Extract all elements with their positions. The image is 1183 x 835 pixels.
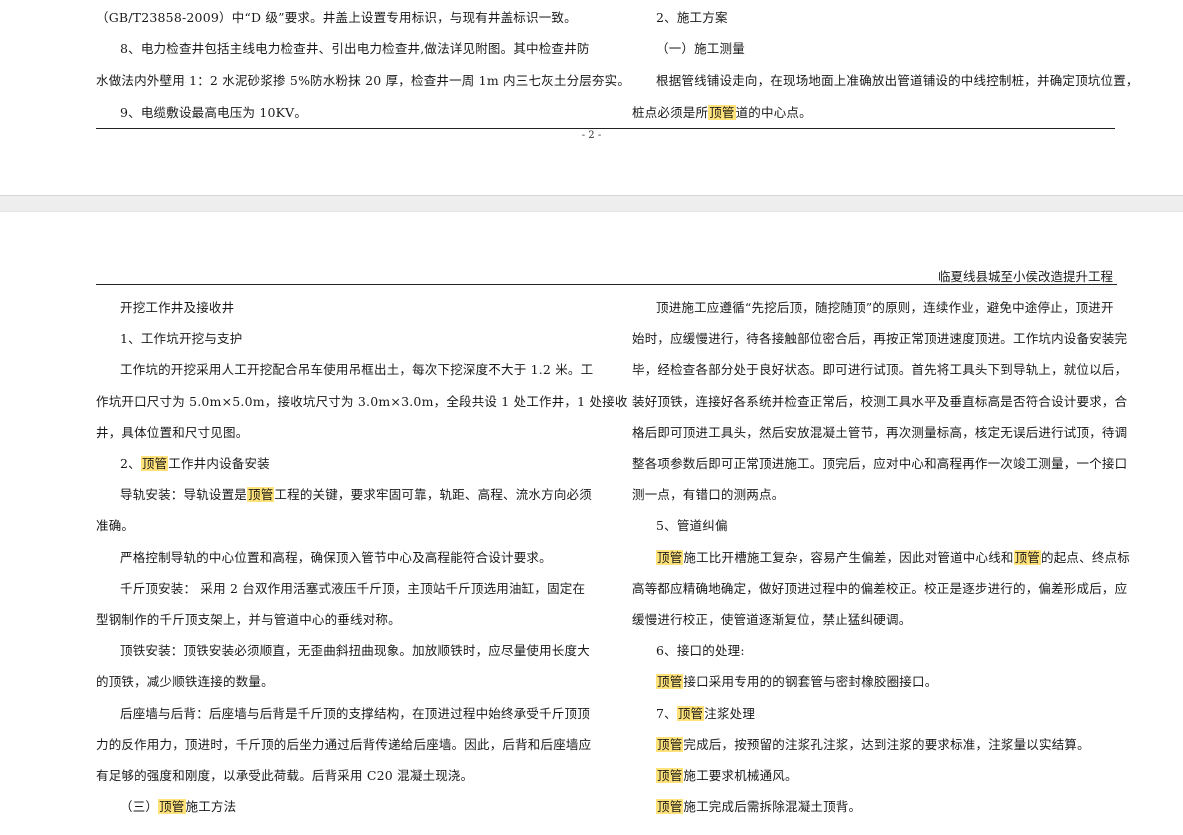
text-line: 1、工作坑开挖与支护 bbox=[120, 331, 243, 347]
text-line: 顶管施工比开槽施工复杂，容易产生偏差，因此对管道中心线和顶管的起点、终点标 bbox=[656, 549, 1130, 566]
text-line: 有足够的强度和刚度，以承受此荷载。后背采用 C20 混凝土现浇。 bbox=[96, 768, 474, 783]
text-line: （三）顶管施工方法 bbox=[120, 799, 236, 815]
text-line: 2、顶管工作井内设备安装 bbox=[120, 456, 270, 472]
footer-rule bbox=[96, 128, 1115, 129]
text-segment: 施工方法 bbox=[185, 799, 237, 815]
search-highlight: 顶管 bbox=[656, 799, 684, 815]
search-highlight: 顶管 bbox=[158, 799, 186, 815]
text-line: 的顶铁，减少顺铁连接的数量。 bbox=[96, 674, 274, 690]
text-line: 格后即可顶进工具头，然后安放混凝土管节，再次测量标高，核定无误后进行试顶，待调 bbox=[632, 424, 1128, 440]
text-segment: 2、 bbox=[120, 456, 141, 471]
text-segment: 注浆处理 bbox=[704, 705, 756, 721]
text-line: 5、管道纠偏 bbox=[656, 518, 728, 534]
text-line: 作坑开口尺寸为 5.0m×5.0m，接收坑尺寸为 3.0m×3.0m，全段共设 … bbox=[96, 393, 628, 409]
text-line: 缓慢进行校正，使管道逐渐复位，禁止猛纠硬调。 bbox=[632, 612, 912, 627]
text-segment: 施工完成后需拆除混凝土顶背。 bbox=[683, 799, 862, 815]
text-line: 测一点，有错口的测两点。 bbox=[632, 487, 785, 503]
text-line: 8、电力检查井包括主线电力检查井、引出电力检查井,做法详见附图。其中检查井防 bbox=[120, 41, 590, 56]
text-segment: 桩点必须是所 bbox=[632, 105, 709, 120]
search-highlight: 顶管 bbox=[656, 549, 684, 565]
text-segment: 工作井内设备安装 bbox=[168, 456, 270, 471]
search-highlight: 顶管 bbox=[247, 487, 275, 503]
text-line: 开挖工作井及接收井 bbox=[120, 300, 235, 315]
search-highlight: 顶管 bbox=[140, 456, 169, 471]
text-line: 导轨安装：导轨设置是顶管工程的关键，要求牢固可靠，轨距、高程、流水方向必须 bbox=[120, 487, 592, 503]
header-rule bbox=[96, 284, 1117, 285]
search-highlight: 顶管 bbox=[656, 736, 684, 752]
page-separator bbox=[0, 195, 1183, 212]
search-highlight: 顶管 bbox=[676, 705, 705, 721]
text-segment: 的起点、终点标 bbox=[1041, 549, 1130, 565]
text-line: 桩点必须是所顶管道的中心点。 bbox=[632, 105, 812, 121]
running-header: 临夏线县城至小侯改造提升工程 bbox=[937, 269, 1113, 284]
text-line: 井，具体位置和尺寸见图。 bbox=[96, 424, 249, 440]
text-segment: 道的中心点。 bbox=[735, 105, 812, 120]
search-highlight: 顶管 bbox=[708, 105, 736, 120]
text-segment: 接口采用专用的的钢套管与密封橡胶圈接口。 bbox=[683, 674, 938, 690]
text-line: 力的反作用力，顶进时，千斤顶的后坐力通过后背传递给后座墙。因此，后背和后座墙应 bbox=[96, 736, 592, 752]
text-line: 始时，应缓慢进行，待各接触部位密合后，再按正常顶进速度顶进。工作坑内设备安装完 bbox=[632, 331, 1128, 347]
text-line: 高等都应精确地确定，做好顶进过程中的偏差校正。校正是逐步进行的，偏差形成后，应 bbox=[632, 580, 1128, 596]
text-line: 水做法内外壁用 1：2 水泥砂浆掺 5%防水粉抹 20 厚，检查井一周 1m 内… bbox=[96, 73, 631, 88]
text-line: 千斤顶安装： 采用 2 台双作用活塞式液压千斤顶，主顶站千斤顶选用油缸，固定在 bbox=[120, 580, 586, 596]
sub-heading: （一）施工测量 bbox=[656, 41, 745, 56]
text-line: 顶管施工完成后需拆除混凝土顶背。 bbox=[656, 799, 861, 815]
text-line: 毕，经检查各部分处于良好状态。即可进行试顶。首先将工具头下到导轨上，就位以后， bbox=[632, 362, 1128, 378]
text-segment: 施工要求机械通风。 bbox=[683, 768, 798, 783]
page-number: - 2 - bbox=[581, 130, 602, 141]
document-page-2: （GB/T23858-2009）中“D 级”要求。井盖上设置专用标识，与现有井盖… bbox=[0, 0, 1183, 195]
text-line: 6、接口的处理: bbox=[656, 643, 745, 659]
text-segment: 导轨安装：导轨设置是 bbox=[120, 487, 248, 503]
text-line: 顶进施工应遵循“先挖后顶，随挖随顶”的原则，连续作业，避免中途停止，顶进开 bbox=[656, 300, 1114, 315]
text-line: 9、电缆敷设最高电压为 10KV。 bbox=[120, 105, 308, 120]
text-line: 7、顶管注浆处理 bbox=[656, 705, 756, 722]
text-line: 整各项参数后即可正常顶进施工。顶完后，应对中心和高程再作一次竣工测量，一个接口 bbox=[632, 456, 1128, 471]
text-segment: 7、 bbox=[656, 705, 677, 721]
text-segment: 施工比开槽施工复杂，容易产生偏差，因此对管道中心线和 bbox=[683, 549, 1014, 565]
search-highlight: 顶管 bbox=[656, 674, 684, 690]
text-line: 装好顶铁，连接好各系统并检查正常后，校测工具水平及垂直标高是否符合设计要求，合 bbox=[632, 393, 1128, 409]
text-line: 顶管施工要求机械通风。 bbox=[656, 768, 798, 784]
text-line: 型钢制作的千斤顶支架上，并与管道中心的垂线对称。 bbox=[96, 612, 401, 627]
text-line: 准确。 bbox=[96, 518, 135, 534]
text-line: 顶管接口采用专用的的钢套管与密封橡胶圈接口。 bbox=[656, 674, 937, 690]
text-line: （GB/T23858-2009）中“D 级”要求。井盖上设置专用标识，与现有井盖… bbox=[96, 10, 577, 25]
text-line: 根据管线铺设走向，在现场地面上准确放出管道铺设的中线控制桩，并确定顶坑位置， bbox=[656, 73, 1139, 88]
document-page-3: 临夏线县城至小侯改造提升工程 开挖工作井及接收井 1、工作坑开挖与支护工作坑的开挖… bbox=[0, 212, 1183, 835]
text-line: 工作坑的开挖采用人工开挖配合吊车使用吊框出土，每次下挖深度不大于 1.2 米。工 bbox=[120, 362, 594, 378]
text-line: 后座墙与后背：后座墙与后背是千斤顶的支撑结构，在顶进过程中始终承受千斤顶顶 bbox=[120, 705, 590, 721]
text-line: 顶铁安装：顶铁安装必须顺直，无歪曲斜扭曲现象。加放顺铁时，应尽量使用长度大 bbox=[120, 643, 590, 659]
text-segment: 完成后，按预留的注浆孔注浆，达到注浆的要求标准，注浆量以实结算。 bbox=[683, 736, 1090, 752]
text-line: 严格控制导轨的中心位置和高程，确保顶入管节中心及高程能符合设计要求。 bbox=[120, 549, 552, 565]
text-segment: （三） bbox=[120, 799, 159, 815]
text-line: 顶管完成后，按预留的注浆孔注浆，达到注浆的要求标准，注浆量以实结算。 bbox=[656, 736, 1090, 753]
search-highlight: 顶管 bbox=[1013, 549, 1042, 565]
section-heading: 2、施工方案 bbox=[656, 10, 728, 25]
text-segment: 工程的关键，要求牢固可靠，轨距、高程、流水方向必须 bbox=[274, 487, 592, 503]
search-highlight: 顶管 bbox=[656, 768, 684, 783]
